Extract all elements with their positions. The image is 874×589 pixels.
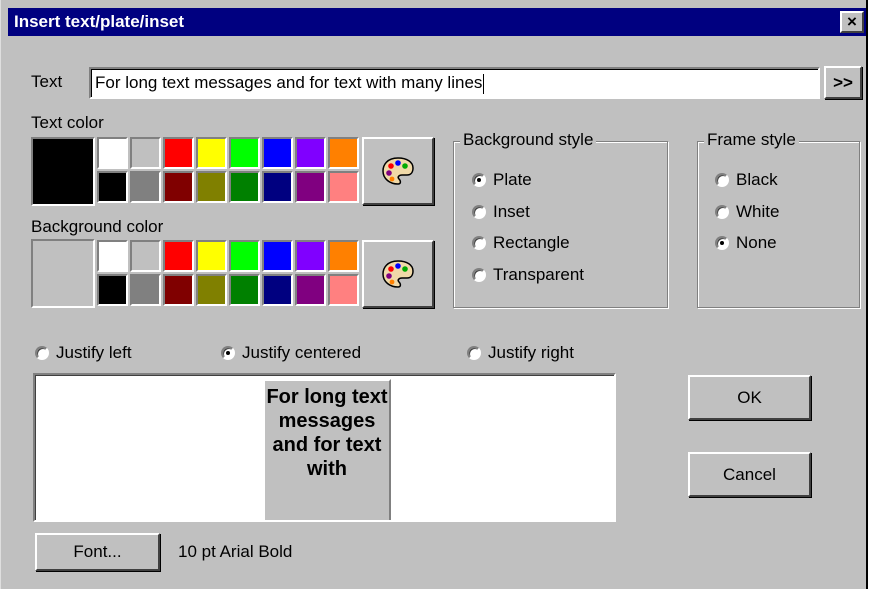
radio-justify-right-label: Justify right	[488, 343, 574, 362]
paint-palette-icon	[382, 157, 414, 185]
radio-justify-centered-label: Justify centered	[242, 343, 362, 362]
background-color-palette-button[interactable]	[362, 240, 434, 308]
radio-none-dot	[715, 236, 729, 250]
background-color-label: Background color	[31, 217, 164, 236]
ok-button-label: OK	[737, 387, 762, 407]
text-color-palette-button[interactable]	[362, 137, 434, 205]
background-color-swatch[interactable]	[97, 240, 128, 272]
radio-black[interactable]: Black	[715, 170, 778, 190]
more-text-label: >>	[833, 72, 853, 92]
text-color-swatch[interactable]	[196, 137, 227, 169]
background-color-swatch[interactable]	[262, 240, 293, 272]
cancel-button-label: Cancel	[723, 464, 776, 484]
text-color-swatch[interactable]	[196, 171, 227, 203]
radio-transparent-label: Transparent	[493, 265, 585, 284]
window-title: Insert text/plate/inset	[14, 12, 185, 31]
radio-plate-label: Plate	[493, 170, 532, 189]
radio-rectangle-dot	[472, 236, 486, 250]
text-color-swatch[interactable]	[163, 171, 194, 203]
radio-justify-left-label: Justify left	[56, 343, 132, 362]
background-color-swatch[interactable]	[328, 274, 359, 306]
radio-white-label: White	[736, 202, 780, 221]
radio-plate-dot	[472, 173, 486, 187]
radio-white[interactable]: White	[715, 202, 779, 222]
background-color-swatch[interactable]	[295, 240, 326, 272]
title-bar[interactable]: Insert text/plate/inset ×	[8, 8, 866, 36]
background-color-swatch[interactable]	[295, 274, 326, 306]
preview-pane: For long text messages and for text with	[33, 373, 616, 522]
radio-plate[interactable]: Plate	[472, 170, 532, 190]
radio-justify-left-dot	[35, 346, 49, 360]
text-input[interactable]: For long text messages and for text with…	[89, 67, 820, 99]
background-style-legend: Background style	[460, 130, 597, 150]
background-color-swatch[interactable]	[196, 274, 227, 306]
radio-rectangle-label: Rectangle	[493, 233, 570, 252]
radio-inset-dot	[472, 205, 486, 219]
background-color-swatch[interactable]	[130, 274, 161, 306]
preview-plate: For long text messages and for text with	[263, 379, 391, 520]
text-input-value: For long text messages and for text with…	[95, 73, 483, 92]
text-color-swatch[interactable]	[130, 137, 161, 169]
background-color-swatch[interactable]	[97, 274, 128, 306]
text-color-label: Text color	[31, 113, 104, 132]
radio-inset[interactable]: Inset	[472, 202, 530, 222]
radio-white-dot	[715, 205, 729, 219]
insert-text-dialog: Insert text/plate/inset × Text For long …	[0, 0, 874, 589]
radio-inset-label: Inset	[493, 202, 530, 221]
background-style-group: Background style Plate Inset Rectangle T…	[453, 130, 668, 308]
frame-style-group: Frame style Black White None	[697, 130, 860, 308]
background-color-swatch[interactable]	[196, 240, 227, 272]
close-icon: ×	[847, 12, 857, 31]
radio-justify-centered-dot	[221, 346, 235, 360]
text-color-swatch[interactable]	[328, 137, 359, 169]
text-color-swatch[interactable]	[229, 137, 260, 169]
text-caret	[483, 73, 485, 94]
text-label: Text	[31, 72, 63, 91]
radio-transparent-dot	[472, 268, 486, 282]
radio-transparent[interactable]: Transparent	[472, 265, 584, 285]
text-color-selected-swatch	[31, 137, 95, 206]
radio-rectangle[interactable]: Rectangle	[472, 233, 570, 253]
text-color-swatch[interactable]	[295, 137, 326, 169]
text-color-swatch[interactable]	[97, 137, 128, 169]
text-color-swatch[interactable]	[130, 171, 161, 203]
text-color-swatch[interactable]	[295, 171, 326, 203]
frame-style-legend: Frame style	[704, 130, 799, 150]
text-color-swatch[interactable]	[262, 171, 293, 203]
background-color-swatch[interactable]	[163, 274, 194, 306]
preview-text: For long text messages and for text with	[266, 386, 388, 480]
more-text-button[interactable]: >>	[824, 66, 862, 99]
background-color-swatch[interactable]	[130, 240, 161, 272]
radio-justify-right[interactable]: Justify right	[467, 343, 574, 363]
font-button[interactable]: Font...	[35, 533, 160, 571]
ok-button[interactable]: OK	[688, 375, 811, 420]
paint-palette-icon	[382, 260, 414, 288]
background-color-swatch[interactable]	[163, 240, 194, 272]
cancel-button[interactable]: Cancel	[688, 452, 811, 497]
radio-none[interactable]: None	[715, 233, 777, 253]
font-button-label: Font...	[73, 542, 122, 561]
window-edge-left	[0, 0, 5, 589]
text-color-swatch[interactable]	[97, 171, 128, 203]
radio-black-dot	[715, 173, 729, 187]
radio-justify-left[interactable]: Justify left	[35, 343, 132, 363]
text-color-swatch[interactable]	[328, 171, 359, 203]
text-color-swatch[interactable]	[163, 137, 194, 169]
radio-justify-right-dot	[467, 346, 481, 360]
background-color-swatch[interactable]	[262, 274, 293, 306]
background-color-selected-swatch	[31, 239, 95, 308]
radio-none-label: None	[736, 233, 777, 252]
text-color-swatch[interactable]	[229, 171, 260, 203]
text-color-swatch[interactable]	[262, 137, 293, 169]
window-edge-right	[866, 0, 874, 589]
background-color-swatch[interactable]	[229, 240, 260, 272]
radio-justify-centered[interactable]: Justify centered	[221, 343, 361, 363]
background-color-swatch[interactable]	[229, 274, 260, 306]
background-color-swatch[interactable]	[328, 240, 359, 272]
font-info: 10 pt Arial Bold	[178, 542, 293, 561]
radio-black-label: Black	[736, 170, 778, 189]
close-button[interactable]: ×	[840, 11, 864, 33]
